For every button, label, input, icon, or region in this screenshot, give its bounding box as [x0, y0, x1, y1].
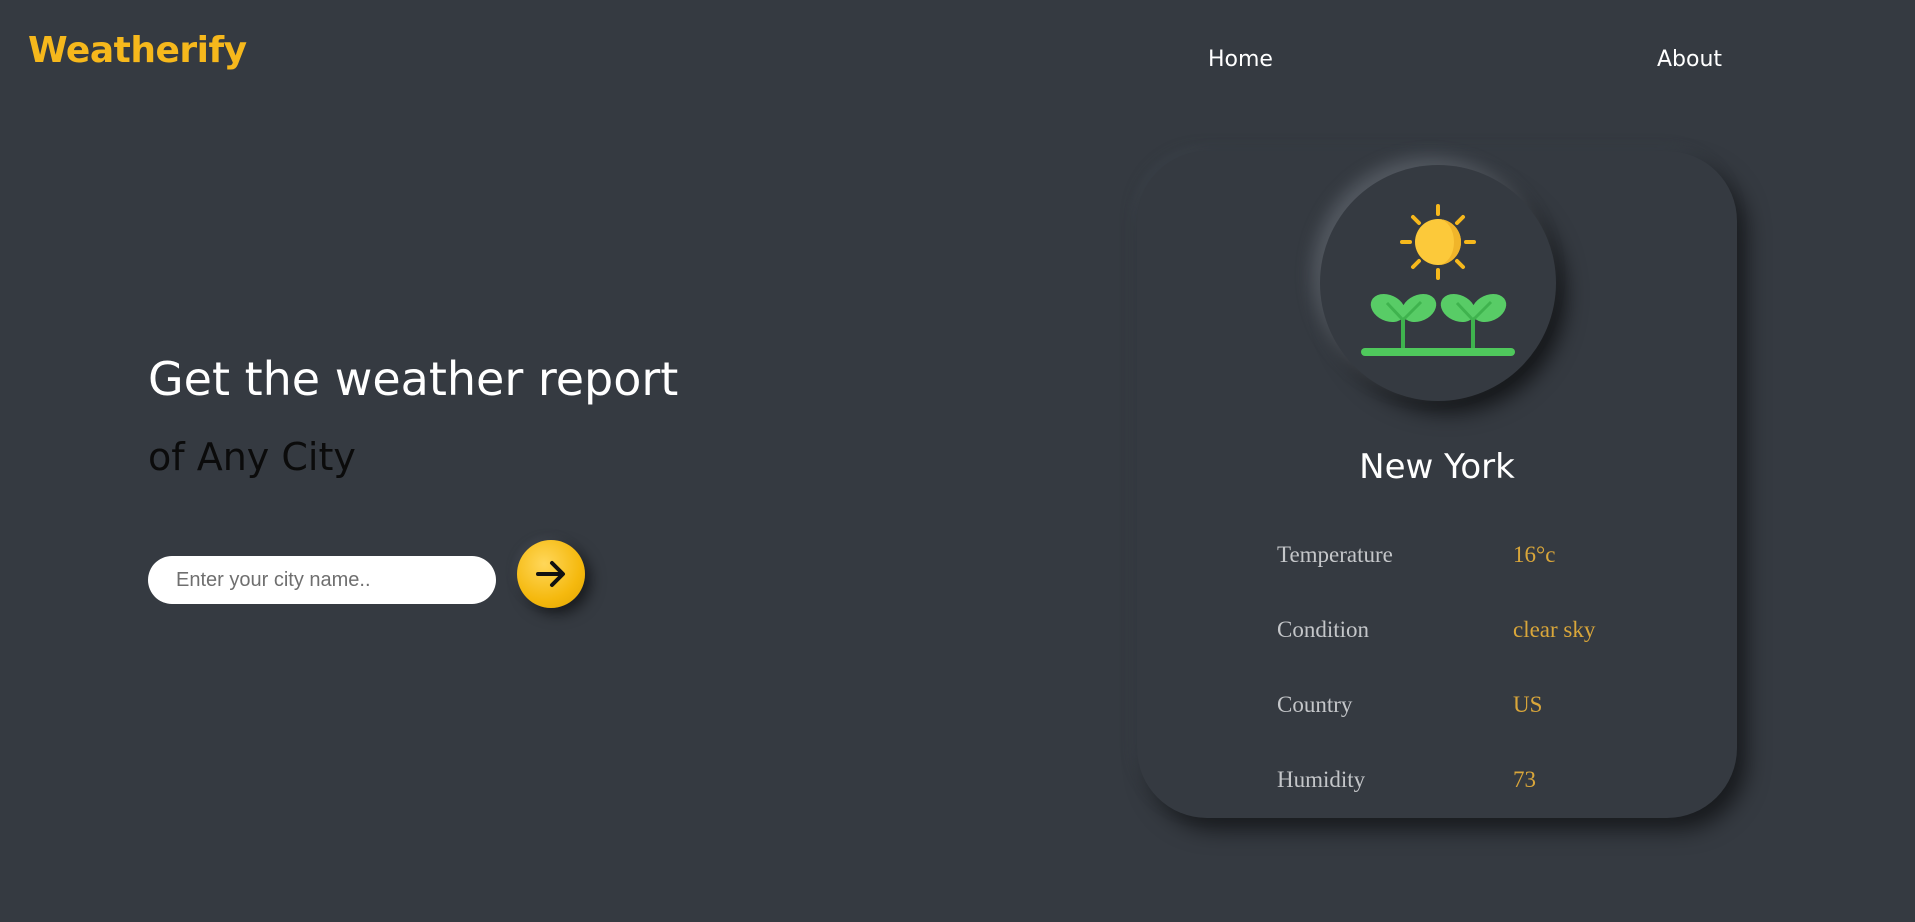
search-submit-button[interactable]	[517, 540, 585, 608]
country-value: US	[1513, 692, 1543, 717]
city-name: New York	[1359, 447, 1515, 487]
hero-title: Get the weather report	[148, 352, 679, 406]
weather-card: New York Temperature 16°c Condition clea…	[1137, 151, 1737, 818]
country-label: Country	[1277, 692, 1353, 717]
condition-value: clear sky	[1513, 617, 1596, 642]
brand-logo[interactable]: Weatherify	[28, 30, 247, 71]
humidity-label: Humidity	[1277, 767, 1366, 792]
temperature-value: 16°c	[1513, 542, 1556, 567]
city-search-input[interactable]	[148, 556, 496, 604]
nav-about-link[interactable]: About	[1657, 47, 1722, 72]
info-row-humidity: Humidity 73	[1277, 767, 1677, 799]
temperature-label: Temperature	[1277, 542, 1393, 567]
weather-icon-disc	[1320, 165, 1556, 401]
hero-subtitle: of Any City	[148, 435, 356, 479]
nav-home-link[interactable]: Home	[1208, 47, 1273, 72]
arrow-right-icon	[536, 561, 565, 587]
info-row-country: Country US	[1277, 692, 1677, 724]
humidity-value: 73	[1513, 767, 1536, 792]
sun-over-sprouts-icon	[1361, 204, 1515, 356]
info-row-condition: Condition clear sky	[1277, 617, 1677, 649]
condition-label: Condition	[1277, 617, 1370, 642]
info-row-temperature: Temperature 16°c	[1277, 542, 1677, 574]
